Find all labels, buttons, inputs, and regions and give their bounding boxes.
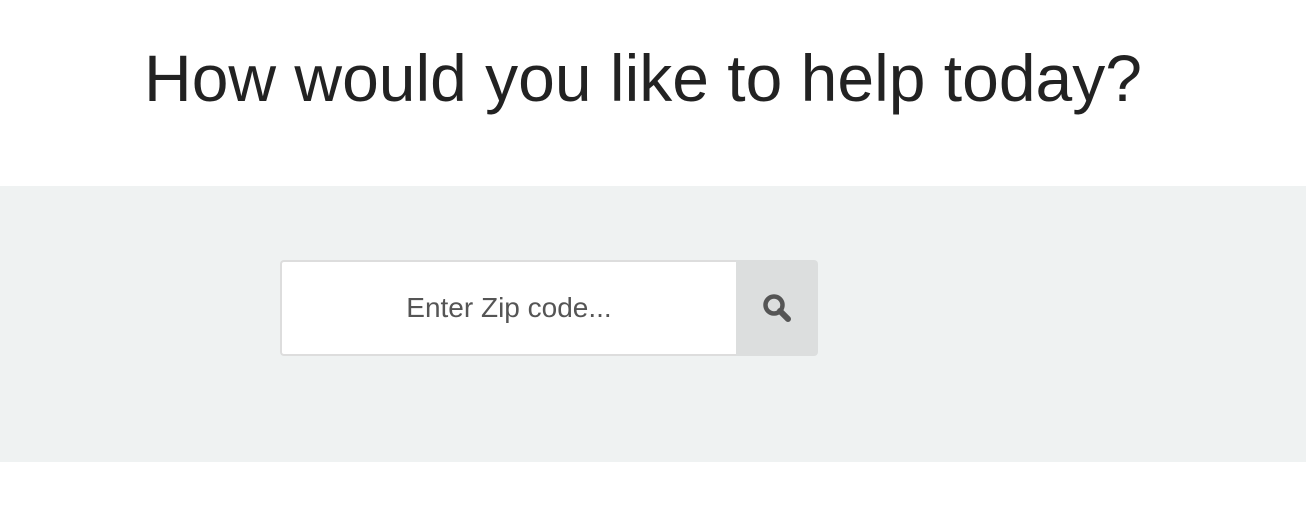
- zip-code-input[interactable]: [280, 260, 736, 356]
- heading-section: How would you like to help today?: [0, 0, 1306, 186]
- page-title: How would you like to help today?: [144, 41, 1142, 115]
- zip-search-form: [280, 260, 818, 356]
- search-icon: [760, 291, 794, 325]
- search-section: [0, 186, 1306, 462]
- search-button[interactable]: [736, 260, 818, 356]
